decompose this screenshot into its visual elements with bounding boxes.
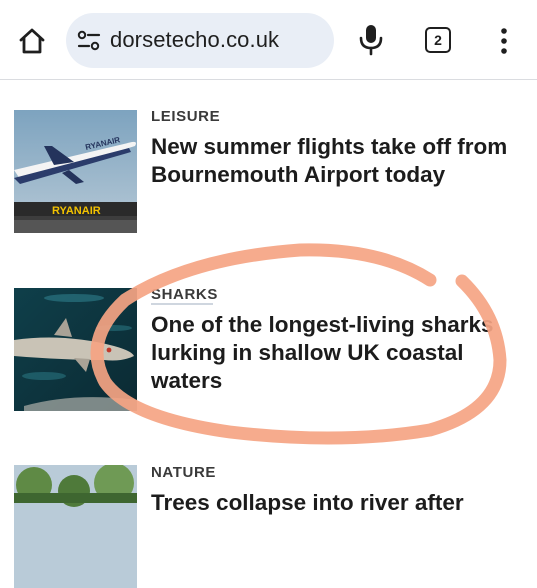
- site-settings-icon[interactable]: [76, 28, 102, 54]
- category-underline: [151, 303, 213, 305]
- tabs-button[interactable]: 2: [422, 24, 454, 56]
- mic-icon[interactable]: [356, 20, 386, 60]
- browser-toolbar: dorsetecho.co.uk 2: [0, 0, 537, 80]
- article-thumbnail[interactable]: [14, 465, 137, 588]
- address-bar[interactable]: dorsetecho.co.uk: [66, 13, 334, 68]
- url-text[interactable]: dorsetecho.co.uk: [110, 27, 279, 53]
- article-category[interactable]: LEISURE: [151, 108, 220, 125]
- home-icon[interactable]: [12, 22, 52, 60]
- article-category[interactable]: SHARKS: [151, 286, 218, 303]
- article-thumbnail[interactable]: RYANAIR RYANAIR: [14, 110, 137, 233]
- article-category[interactable]: NATURE: [151, 464, 216, 481]
- article-headline[interactable]: One of the longest-living sharks lurking…: [151, 311, 526, 395]
- airline-logo-text: RYANAIR: [52, 205, 101, 217]
- article-headline[interactable]: Trees collapse into river after: [151, 489, 526, 517]
- article-thumbnail[interactable]: [14, 288, 137, 411]
- article-headline[interactable]: New summer flights take off from Bournem…: [151, 133, 526, 189]
- tabs-icon: 2: [425, 27, 451, 53]
- tab-count: 2: [434, 32, 442, 48]
- more-vert-icon[interactable]: [492, 22, 516, 60]
